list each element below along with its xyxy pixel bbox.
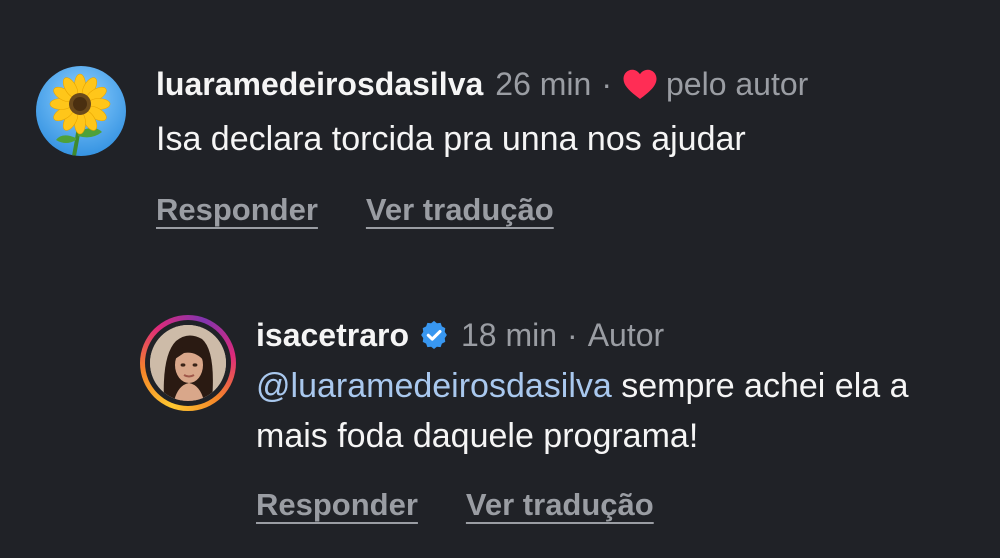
reply-body: isacetraro 18 min · Autor @luaramedeiros… [256, 313, 976, 523]
profile-photo-icon [150, 325, 226, 401]
reply-comment: isacetraro 18 min · Autor @luaramedeiros… [140, 313, 976, 523]
comment-meta: luaramedeirosdasilva 26 min · pelo autor [156, 62, 808, 106]
author-avatar [150, 325, 226, 401]
comment-text: Isa declara torcida pra unna nos ajudar [156, 120, 746, 158]
reply-actions: Responder Ver tradução [256, 487, 976, 523]
verified-badge-icon [419, 320, 449, 350]
commenter-avatar[interactable] [36, 66, 126, 156]
liked-by-author-label: pelo autor [665, 66, 809, 102]
author-username[interactable]: isacetraro [256, 313, 409, 357]
sunflower-avatar-icon [36, 66, 126, 156]
comment-thread: luaramedeirosdasilva 26 min · pelo autor… [0, 0, 1000, 558]
author-label: Autor [587, 317, 665, 353]
comment-body: luaramedeirosdasilva 26 min · pelo autor… [156, 62, 808, 228]
reply-button[interactable]: Responder [156, 192, 318, 228]
mention-link[interactable]: @luaramedeirosdasilva [256, 367, 612, 405]
comment: luaramedeirosdasilva 26 min · pelo autor… [36, 62, 808, 228]
see-translation-button[interactable]: Ver tradução [366, 192, 554, 228]
see-translation-button[interactable]: Ver tradução [466, 487, 654, 523]
comment-timestamp: 26 min [495, 66, 592, 102]
reply-meta: isacetraro 18 min · Autor [256, 313, 976, 357]
meta-separator: · [567, 317, 578, 353]
comment-actions: Responder Ver tradução [156, 192, 808, 228]
commenter-username[interactable]: luaramedeirosdasilva [156, 62, 483, 106]
reply-text: @luaramedeirosdasilva sempre achei ela a… [256, 361, 976, 461]
story-ring[interactable] [140, 315, 236, 411]
meta-separator: · [601, 66, 612, 102]
reply-button[interactable]: Responder [256, 487, 418, 523]
heart-icon [622, 68, 658, 100]
reply-timestamp: 18 min [460, 317, 558, 353]
